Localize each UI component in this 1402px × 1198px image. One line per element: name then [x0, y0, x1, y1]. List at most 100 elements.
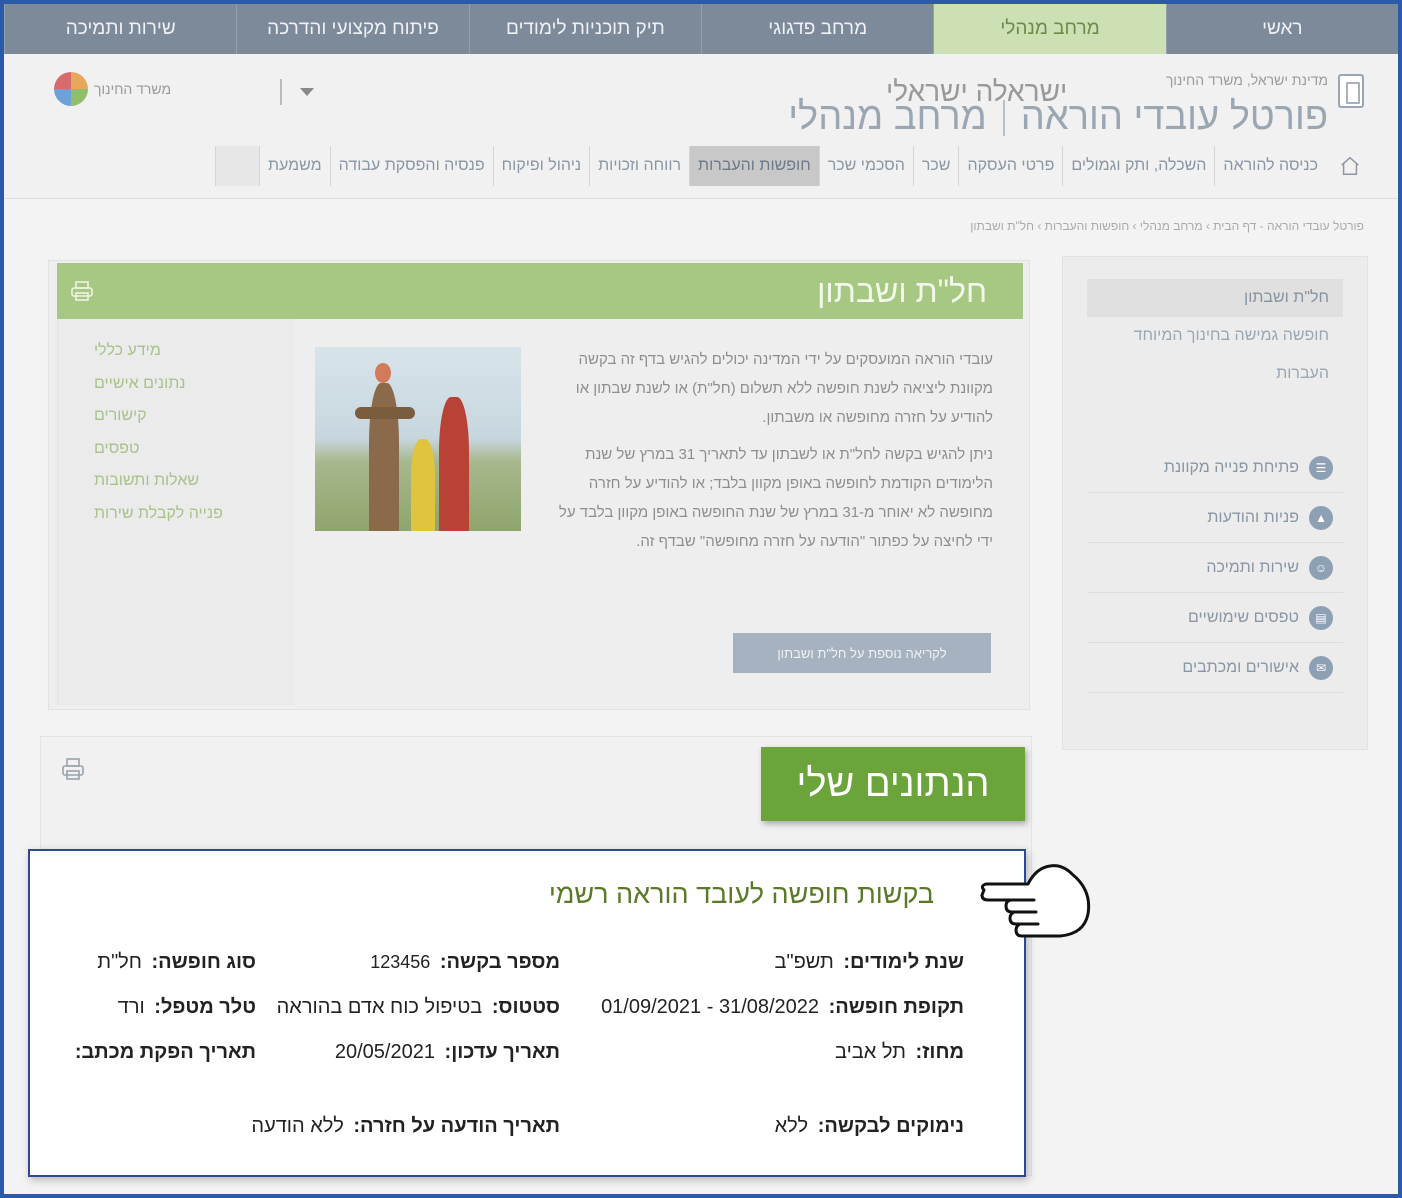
subnav-item-pension[interactable]: פנסיה והפסקת עבודה — [329, 146, 493, 186]
field-district: מחוז: תל אביב — [835, 1041, 964, 1064]
reasons-label: נימוקים לבקשה: — [817, 1115, 964, 1137]
field-leave-period: תקופת חופשה: 31/08/2022 - 01/09/2021 — [601, 996, 964, 1019]
print-icon[interactable] — [71, 281, 93, 301]
reasons-value: ללא — [774, 1115, 809, 1137]
certificates-label: אישורים ומכתבים — [1182, 658, 1299, 676]
field-handler: טלר מטפל: ורד — [118, 996, 256, 1019]
tab-curricula[interactable]: תיק תוכניות לימודים — [468, 4, 701, 54]
subnav-item-entry[interactable]: כניסה להוראה — [1214, 146, 1326, 186]
ministry-logo-text: משרד החינוך — [94, 81, 172, 97]
status-label: סטטוס: — [491, 996, 560, 1018]
home-icon[interactable] — [1332, 146, 1368, 186]
link-links[interactable]: קישורים — [58, 400, 295, 433]
read-more-button[interactable]: לקריאה נוספת על חל"ת ושבתון — [733, 633, 991, 673]
print-icon[interactable] — [61, 757, 85, 781]
request-number-value: 123456 — [370, 952, 431, 972]
field-status: סטטוס: בטיפול כוח אדם בהוראה — [277, 996, 560, 1019]
leave-type-value: חל"ת — [97, 951, 142, 973]
info-card-body: עובדי הוראה המועסקים על ידי המדינה יכולי… — [543, 345, 993, 556]
family-photo — [315, 347, 521, 531]
status-value: בטיפול כוח אדם בהוראה — [276, 996, 483, 1018]
ministry-logo[interactable]: משרד החינוך — [54, 72, 171, 106]
state-emblem-icon — [1338, 74, 1364, 108]
info-card-header: חל"ת ושבתון — [57, 263, 1023, 319]
document-icon: ▤ — [1309, 605, 1333, 630]
support-button[interactable]: ☺ שירות ותמיכה — [1087, 543, 1343, 593]
field-school-year: שנת לימודים: תשפ"ב — [775, 951, 964, 974]
info-card: חל"ת ושבתון עובדי הוראה המועסקים על ידי … — [48, 260, 1030, 710]
sidebar-actions: ☰ פתיחת פנייה מקוונת ▲ פניות והודעות ☺ ש… — [1087, 443, 1343, 693]
handler-value: ורד — [117, 996, 145, 1018]
link-general-info[interactable]: מידע כללי — [58, 335, 295, 368]
support-icon: ☺ — [1309, 555, 1333, 580]
request-number-label: מספר בקשה: — [439, 951, 560, 973]
tab-pedagogic-area[interactable]: מרחב פדגוגי — [701, 4, 933, 54]
subnav-item-agreements[interactable]: הסכמי שכר — [818, 146, 913, 186]
subnav-item-salary[interactable]: שכר — [912, 146, 959, 186]
sidebar-item-flexible-leave[interactable]: חופשה גמישה בחינוך המיוחד — [1087, 317, 1343, 355]
link-service-request[interactable]: פנייה לקבלת שירות — [58, 498, 295, 531]
sidebar-item-unpaid-leave[interactable]: חל"ת ושבתון — [1087, 279, 1343, 317]
link-faq[interactable]: שאלות ותשובות — [58, 465, 295, 498]
field-request-number: מספר בקשה: 123456 — [370, 951, 560, 974]
tab-service-support[interactable]: שירות ותמיכה — [4, 4, 236, 54]
link-personal-data[interactable]: נתונים אישיים — [58, 368, 295, 401]
sidebar-item-transfers[interactable]: העברות — [1087, 355, 1343, 393]
state-line: מדינת ישראל, משרד החינוך — [1165, 72, 1328, 88]
subnav-item-leaves[interactable]: חופשות והעברות — [689, 146, 819, 186]
forms-button[interactable]: ▤ טפסים שימושיים — [1087, 593, 1343, 643]
leave-request-panel: בקשות חופשה לעובד הוראה רשמי שנת לימודים… — [28, 849, 1026, 1177]
tab-professional-development[interactable]: פיתוח מקצועי והדרכה — [236, 4, 468, 54]
subnav-item-education[interactable]: השכלה, ותק וגמולים — [1062, 146, 1214, 186]
chat-icon: ☰ — [1309, 455, 1333, 480]
ministry-logo-icon — [54, 72, 88, 106]
leave-period-label: תקופת חופשה: — [828, 996, 964, 1018]
chevron-down-icon[interactable] — [300, 88, 314, 96]
messages-label: פניות והודעות — [1207, 508, 1299, 526]
handler-label: טלר מטפל: — [154, 996, 256, 1018]
info-paragraph-1: עובדי הוראה המועסקים על ידי המדינה יכולי… — [575, 351, 993, 426]
open-request-label: פתיחת פנייה מקוונת — [1163, 458, 1299, 476]
tab-home[interactable]: ראשי — [1165, 4, 1398, 54]
field-reasons: נימוקים לבקשה: ללא — [775, 1115, 964, 1138]
field-letter-date: תאריך הפקת מכתב: — [71, 1041, 256, 1064]
field-leave-type: סוג חופשה: חל"ת — [97, 951, 256, 974]
inbox-icon: ▲ — [1309, 505, 1333, 530]
tab-admin-area[interactable]: מרחב מנהלי — [933, 4, 1166, 54]
school-year-value: תשפ"ב — [774, 951, 834, 973]
sub-nav: כניסה להוראה השכלה, ותק וגמולים פרטי העס… — [214, 146, 1398, 186]
my-data-title: הנתונים שלי — [761, 747, 1025, 821]
update-date-value: 20/05/2021 — [334, 1041, 435, 1063]
info-card-links: מידע כללי נתונים אישיים קישורים טפסים שא… — [57, 319, 295, 705]
messages-button[interactable]: ▲ פניות והודעות — [1087, 493, 1343, 543]
subnav-item-empty — [214, 146, 259, 186]
top-nav: ראשי מרחב מנהלי מרחב פדגוגי תיק תוכניות … — [4, 4, 1398, 54]
update-date-label: תאריך עדכון: — [444, 1041, 560, 1063]
sidebar-links: חל"ת ושבתון חופשה גמישה בחינוך המיוחד הע… — [1087, 279, 1343, 393]
return-notice-value: ללא הודעה — [251, 1115, 344, 1137]
support-label: שירות ותמיכה — [1206, 558, 1299, 576]
leave-type-label: סוג חופשה: — [151, 951, 257, 973]
subnav-item-employment[interactable]: פרטי העסקה — [958, 146, 1062, 186]
breadcrumb[interactable]: פורטל עובדי הוראה - דף הבית › מרחב מנהלי… — [970, 219, 1364, 233]
subnav-item-welfare[interactable]: רווחה וזכויות — [589, 146, 689, 186]
forms-label: טפסים שימושיים — [1187, 608, 1299, 626]
screenshot-frame: ראשי מרחב מנהלי מרחב פדגוגי תיק תוכניות … — [0, 0, 1402, 1198]
school-year-label: שנת לימודים: — [843, 951, 964, 973]
subnav-item-management[interactable]: ניהול ופיקוח — [492, 146, 589, 186]
letter-date-label: תאריך הפקת מכתב: — [74, 1041, 256, 1063]
return-notice-label: תאריך הודעה על חזרה: — [353, 1115, 560, 1137]
district-value: תל אביב — [835, 1041, 906, 1063]
link-forms[interactable]: טפסים — [58, 433, 295, 466]
field-return-notice: תאריך הודעה על חזרה: ללא הודעה — [251, 1115, 560, 1138]
field-update-date: תאריך עדכון: 20/05/2021 — [335, 1041, 560, 1064]
certificates-button[interactable]: ✉ אישורים ומכתבים — [1087, 643, 1343, 693]
district-label: מחוז: — [915, 1041, 964, 1063]
certificate-icon: ✉ — [1309, 655, 1333, 680]
open-request-button[interactable]: ☰ פתיחת פנייה מקוונת — [1087, 443, 1343, 493]
info-card-title: חל"ת ושבתון — [817, 273, 987, 309]
subnav-item-discipline[interactable]: משמעת — [258, 146, 330, 186]
site-header: מדינת ישראל, משרד החינוך פורטל עובדי הור… — [4, 54, 1398, 199]
user-name[interactable]: ישראלה ישראלי — [886, 76, 1067, 108]
info-paragraph-2: ניתן להגיש בקשה לחל"ת או לשבתון עד לתארי… — [558, 446, 993, 550]
